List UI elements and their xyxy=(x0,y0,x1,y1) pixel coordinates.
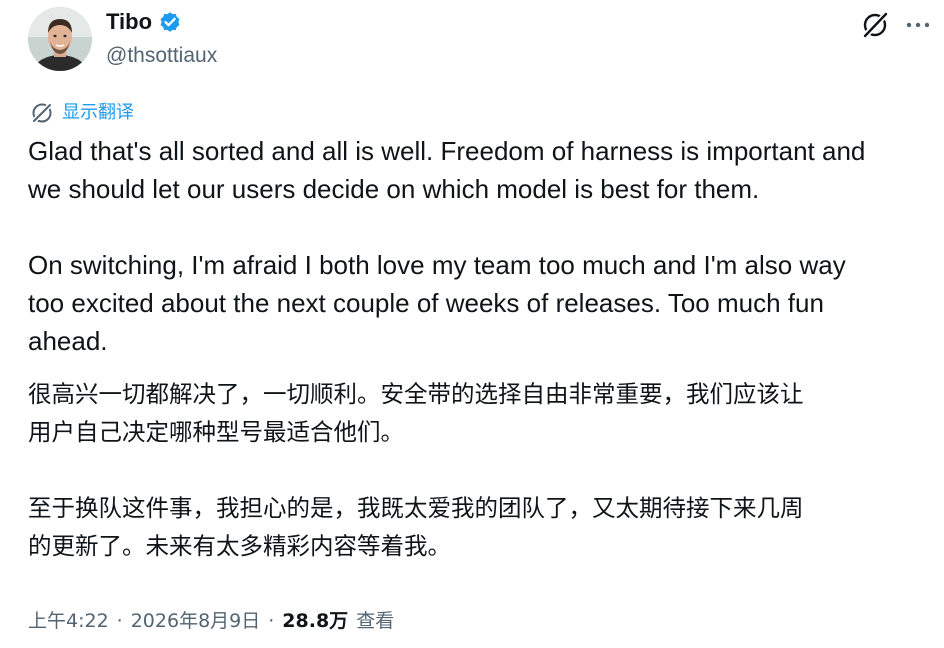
meta-separator: · xyxy=(116,610,123,632)
tweet-time[interactable]: 上午4:22 xyxy=(28,604,109,638)
tweet-meta: 上午4:22 · 2026年8月9日 · 28.8万 查看 xyxy=(28,604,394,638)
views-label[interactable]: 查看 xyxy=(356,604,394,638)
grok-icon[interactable] xyxy=(860,10,890,40)
meta-separator: · xyxy=(268,610,275,632)
more-options-icon[interactable] xyxy=(904,14,932,36)
show-translation-label[interactable]: 显示翻译 xyxy=(62,99,134,127)
tweet-header: Tibo @thsottiaux xyxy=(28,7,930,77)
display-name[interactable]: Tibo xyxy=(106,7,152,37)
user-info: Tibo @thsottiaux xyxy=(106,7,217,71)
display-name-row: Tibo xyxy=(106,7,217,37)
tweet-text-english: Glad that's all sorted and all is well. … xyxy=(28,136,866,356)
tweet-text-chinese: 很高兴一切都解决了，一切顺利。安全带的选择自由非常重要，我们应该让 用户自己决定… xyxy=(28,380,804,560)
show-translation-link[interactable]: 显示翻译 xyxy=(30,99,134,127)
avatar[interactable] xyxy=(28,7,92,71)
user-handle[interactable]: @thsottiaux xyxy=(106,41,217,71)
tweet-card: Tibo @thsottiaux 显示翻译 Glad that's all so… xyxy=(0,0,944,648)
translate-icon xyxy=(31,102,53,124)
person-avatar-icon xyxy=(28,7,92,71)
tweet-date[interactable]: 2026年8月9日 xyxy=(131,604,261,638)
verified-badge-icon[interactable] xyxy=(158,10,182,34)
views-count[interactable]: 28.8万 xyxy=(282,604,348,638)
